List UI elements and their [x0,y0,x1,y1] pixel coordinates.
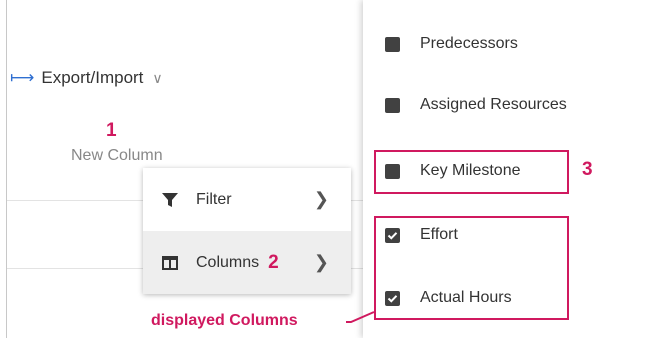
column-option-label: Assigned Resources [420,96,567,113]
column-context-menu: Filter ❯ Columns 2 ❯ [143,168,351,294]
menu-item-columns[interactable]: Columns 2 ❯ [143,231,351,294]
menu-item-label: Columns [196,253,260,271]
export-import-label: Export/Import [41,68,144,87]
chevron-right-icon: ❯ [313,252,329,272]
filter-icon [160,192,180,207]
annotation-step-1: 1 [106,120,117,141]
export-import-button[interactable]: ⟼ Export/Import ∨ [10,66,163,90]
unchecked-checkbox[interactable] [385,36,400,52]
column-option-predecessors[interactable]: Predecessors [363,24,667,64]
chevron-right-icon: ❯ [313,189,329,209]
chevron-down-icon: ∨ [152,69,163,86]
highlight-box-key-milestone [374,150,569,194]
annotation-step-3: 3 [582,159,593,180]
column-option-label: Predecessors [420,35,518,52]
menu-item-label: Filter [196,190,232,208]
export-arrow-icon: ⟼ [10,68,35,87]
annotation-step-2: 2 [268,251,279,273]
displayed-columns-annotation: displayed Columns [151,312,298,329]
column-option-assigned-resources[interactable]: Assigned Resources [363,85,667,125]
highlight-box-displayed-columns [374,216,569,320]
annotation-pointer-line [346,311,375,323]
unchecked-checkbox[interactable] [385,97,400,113]
menu-item-filter[interactable]: Filter ❯ [143,168,351,231]
columns-icon [160,255,180,270]
new-column-header[interactable]: New Column [71,147,163,165]
